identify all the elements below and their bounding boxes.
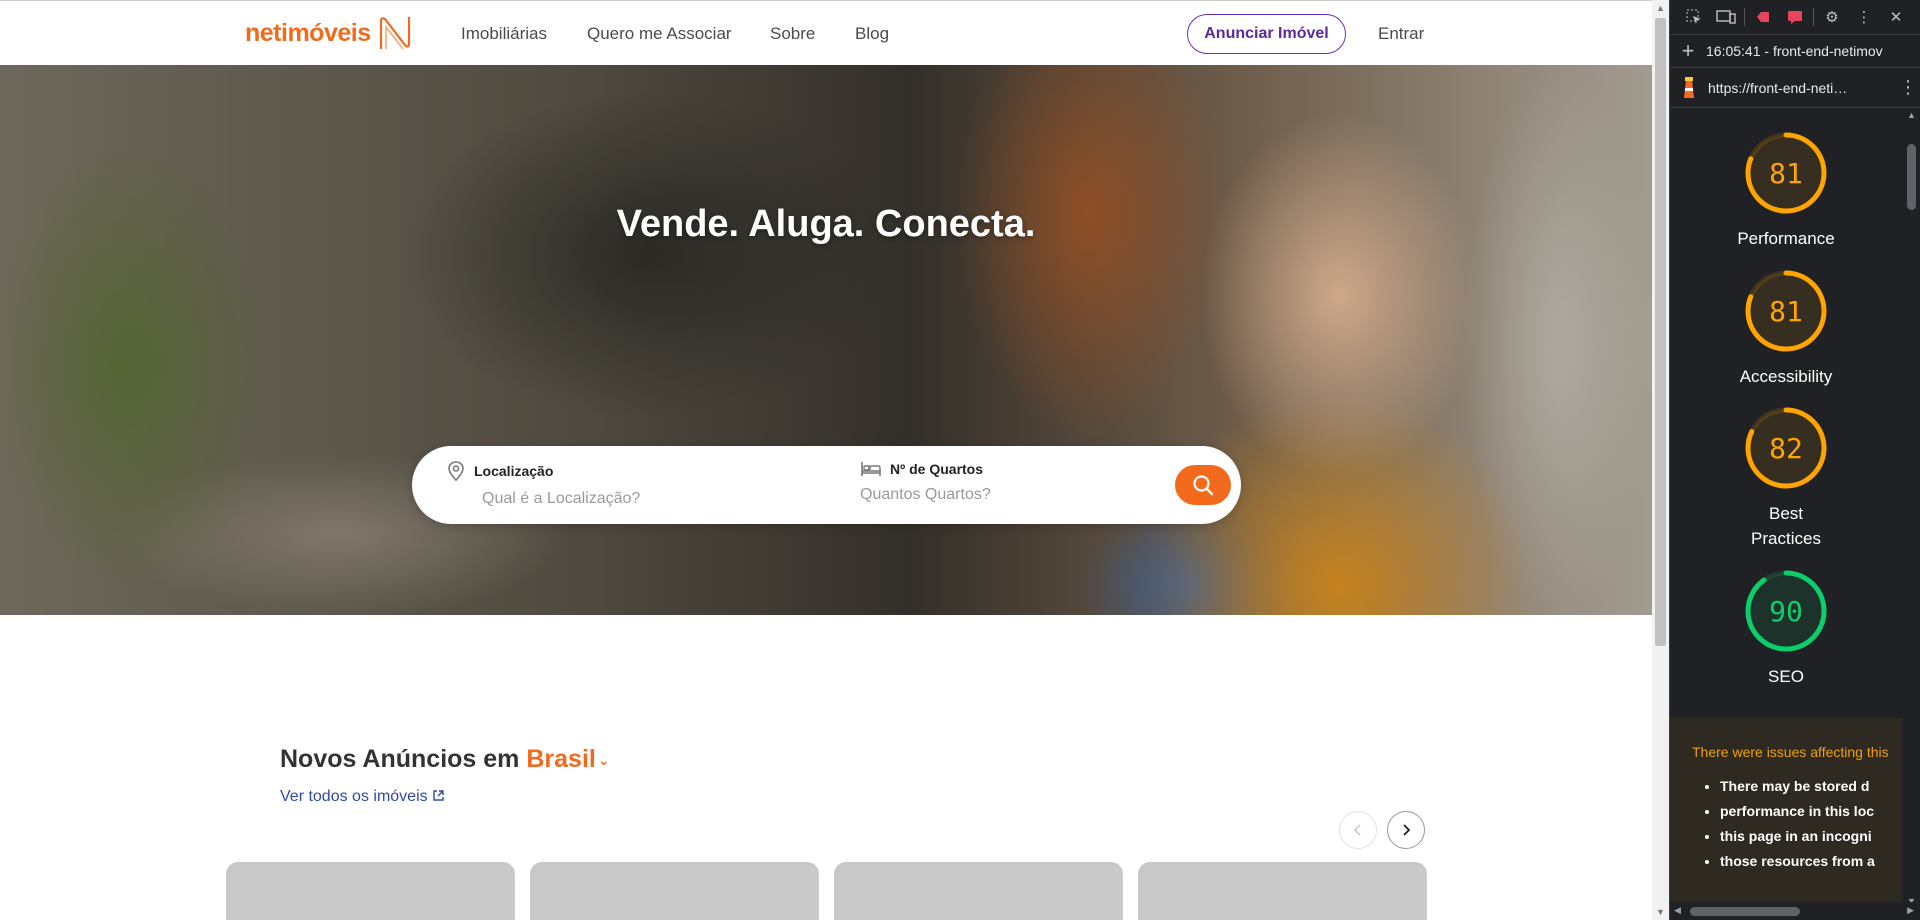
location-label: Localização [474,463,554,479]
score-gauge-accessibility[interactable]: 81 Accessibility [1670,268,1902,389]
scroll-right-arrow-icon[interactable]: ▶ [1907,905,1914,916]
runtime-issues-warning: There were issues affecting this There m… [1670,718,1902,903]
score-ring: 82 [1745,407,1827,489]
scroll-down-arrow-icon[interactable]: ▼ [1656,907,1665,917]
devtools-vertical-scrollbar[interactable]: ▲ ▼ [1902,108,1920,908]
listing-card[interactable] [834,862,1123,920]
carousel-prev-button[interactable] [1339,811,1377,849]
scroll-left-arrow-icon[interactable]: ◀ [1674,905,1681,916]
devtools-panel: ⚙ ⋮ ✕ + 16:05:41 - front-end-netimov htt… [1669,0,1920,920]
report-selector[interactable]: 16:05:41 - front-end-netimov [1706,43,1883,59]
nav-link-sobre[interactable]: Sobre [770,24,815,44]
carousel-next-button[interactable] [1387,811,1425,849]
inspect-element-icon[interactable] [1678,6,1710,28]
chevron-down-icon: ⌄ [597,751,610,768]
issues-line: performance in this loc [1720,799,1902,824]
location-pin-icon [448,461,464,482]
logo-wordmark: netimóveis [245,18,371,47]
search-button[interactable] [1175,465,1231,505]
lighthouse-icon [1670,76,1708,100]
search-icon [1193,475,1214,496]
issues-line: this page in an incogni [1720,824,1902,849]
score-ring: 90 [1745,570,1827,652]
nav-link-imobiliarias[interactable]: Imobiliárias [461,24,547,44]
score-gauge-seo[interactable]: 90 SEO [1670,568,1902,689]
score-value: 82 [1769,432,1803,465]
location-input[interactable] [482,490,782,508]
rooms-label: Nº de Quartos [890,461,984,477]
nav-link-quero-me-associar[interactable]: Quero me Associar [587,24,732,44]
listing-card[interactable] [1138,862,1427,920]
score-category-label: Accessibility [1739,367,1833,386]
city-selector[interactable]: Brasil ⌄ [526,745,609,773]
messages-badge-icon[interactable] [1779,6,1811,28]
hero-banner: Vende. Aluga. Conecta. Localização Qual … [0,65,1652,615]
listing-card[interactable] [530,862,819,920]
hero-title: Vende. Aluga. Conecta. [616,203,1036,245]
report-url: https://front-end-neti… [1708,79,1848,96]
issues-list: There may be stored d performance in thi… [1692,774,1902,874]
score-category-label: SEO [1768,667,1804,686]
location-field: Localização [446,460,782,508]
score-value: 81 [1769,157,1803,190]
lighthouse-url-bar: https://front-end-neti… ⋮ [1670,68,1920,108]
issues-title: There were issues affecting this [1692,744,1889,760]
more-options-icon[interactable]: ⋮ [1848,6,1880,28]
score-gauge-performance[interactable]: 81 Performance [1670,130,1902,251]
score-ring: 81 [1745,270,1827,352]
webpage: netimóveis Imobiliárias Quero me Associa… [0,0,1652,920]
close-icon[interactable]: ✕ [1880,6,1912,28]
scroll-up-arrow-icon[interactable]: ▲ [1656,3,1665,13]
issues-badge-icon[interactable] [1747,6,1779,28]
devtools-hscroll-thumb[interactable] [1690,907,1800,916]
score-category-label: Best Practices [1751,504,1821,548]
score-value: 90 [1769,595,1803,628]
report-menu-icon[interactable]: ⋮ [1896,77,1920,98]
brand-logo[interactable]: netimóveis [245,15,413,51]
page-scrollbar-thumb[interactable] [1655,18,1666,646]
search-bar: Localização Nº de Quartos [412,446,1241,524]
lighthouse-report-bar: + 16:05:41 - front-end-netimov [1670,35,1920,68]
devtools-scrollbar-thumb[interactable] [1907,144,1916,210]
rooms-input[interactable] [860,486,1160,504]
device-toolbar-icon[interactable] [1710,6,1742,28]
bed-icon [861,462,881,476]
score-gauge-best-practices[interactable]: 82 Best Practices [1670,405,1902,551]
top-navbar: netimóveis Imobiliárias Quero me Associa… [0,0,1652,65]
listing-card[interactable] [226,862,515,920]
chevron-left-icon [1353,824,1361,836]
score-ring: 81 [1745,132,1827,214]
devtools-horizontal-scrollbar[interactable]: ◀ ▶ [1670,902,1920,920]
scroll-up-arrow-icon[interactable]: ▲ [1907,110,1916,120]
score-category-label: Performance [1737,229,1835,248]
see-all-listings-link[interactable]: Ver todos os imóveis [280,788,445,806]
devtools-toolbar: ⚙ ⋮ ✕ [1670,0,1920,35]
issues-line: There may be stored d [1720,774,1902,799]
score-value: 81 [1769,295,1803,328]
settings-gear-icon[interactable]: ⚙ [1816,6,1848,28]
new-listings-heading: Novos Anúncios em Brasil ⌄ [280,745,610,773]
anunciar-imovel-button[interactable]: Anunciar Imóvel [1187,14,1346,54]
new-report-plus-icon[interactable]: + [1670,38,1706,64]
issues-line: those resources from a [1720,849,1902,874]
logo-n-mark-icon [379,17,410,50]
page-scrollbar[interactable]: ▲ ▼ [1652,0,1669,920]
nav-link-blog[interactable]: Blog [855,24,889,44]
chevron-right-icon [1403,824,1411,836]
external-link-icon [433,790,444,801]
rooms-field: Nº de Quartos [860,460,1160,504]
login-link[interactable]: Entrar [1378,24,1424,44]
